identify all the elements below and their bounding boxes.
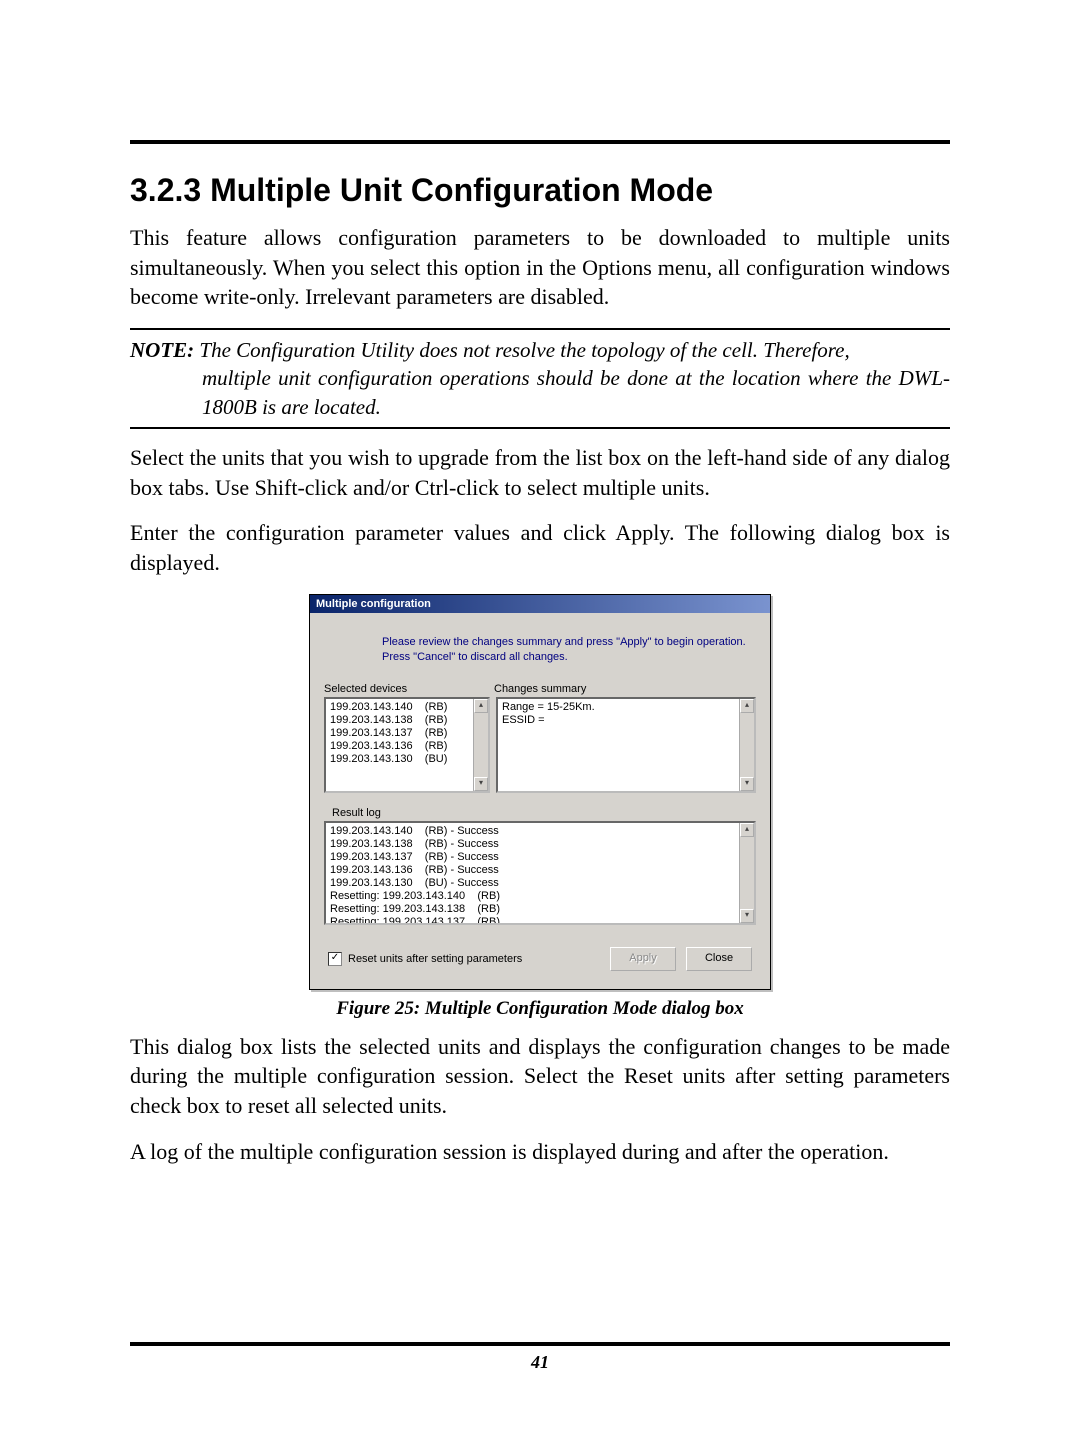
scroll-down-icon[interactable]: ▾ bbox=[474, 777, 488, 791]
changes-summary-label: Changes summary bbox=[494, 683, 586, 695]
result-log-content: 199.203.143.140 (RB) - Success 199.203.1… bbox=[330, 825, 738, 921]
selected-devices-listbox[interactable]: 199.203.143.140 (RB) 199.203.143.138 (RB… bbox=[324, 697, 490, 793]
selected-devices-content: 199.203.143.140 (RB) 199.203.143.138 (RB… bbox=[330, 701, 472, 789]
dialog-figure: Multiple configuration Please review the… bbox=[130, 594, 950, 990]
note-line-2: multiple unit configuration operations s… bbox=[202, 364, 950, 421]
page-footer: 41 bbox=[130, 1322, 950, 1373]
result-log-listbox[interactable]: 199.203.143.140 (RB) - Success 199.203.1… bbox=[324, 821, 756, 925]
reset-units-checkbox[interactable]: ✓ bbox=[328, 952, 342, 966]
close-button[interactable]: Close bbox=[686, 947, 752, 971]
reset-units-checkbox-label: Reset units after setting parameters bbox=[348, 953, 600, 965]
figure-caption: Figure 25: Multiple Configuration Mode d… bbox=[130, 998, 950, 1020]
result-log-label: Result log bbox=[332, 807, 756, 819]
note-label: NOTE: bbox=[130, 338, 194, 362]
paragraph-3: Enter the configuration parameter values… bbox=[130, 518, 950, 577]
paragraph-4: This dialog box lists the selected units… bbox=[130, 1032, 950, 1121]
paragraph-1: This feature allows configuration parame… bbox=[130, 223, 950, 312]
changes-summary-content: Range = 15-25Km. ESSID = bbox=[502, 701, 738, 789]
note-block: NOTE: The Configuration Utility does not… bbox=[130, 328, 950, 429]
apply-button[interactable]: Apply bbox=[610, 947, 676, 971]
dialog-titlebar: Multiple configuration bbox=[310, 595, 770, 613]
dialog-instruction: Please review the changes summary and pr… bbox=[382, 635, 756, 665]
paragraph-2: Select the units that you wish to upgrad… bbox=[130, 443, 950, 502]
footer-rule bbox=[130, 1342, 950, 1346]
top-rule bbox=[130, 140, 950, 144]
scroll-up-icon[interactable]: ▴ bbox=[474, 699, 488, 713]
scroll-down-icon[interactable]: ▾ bbox=[740, 777, 754, 791]
selected-devices-scrollbar[interactable]: ▴ ▾ bbox=[473, 699, 488, 791]
page-number: 41 bbox=[130, 1352, 950, 1373]
result-log-scrollbar[interactable]: ▴ ▾ bbox=[739, 823, 754, 923]
multiple-config-dialog: Multiple configuration Please review the… bbox=[309, 594, 771, 990]
changes-summary-scrollbar[interactable]: ▴ ▾ bbox=[739, 699, 754, 791]
note-line-1: The Configuration Utility does not resol… bbox=[199, 338, 849, 362]
section-title: 3.2.3 Multiple Unit Configuration Mode bbox=[130, 172, 950, 209]
selected-devices-label: Selected devices bbox=[324, 683, 494, 695]
scroll-up-icon[interactable]: ▴ bbox=[740, 823, 754, 837]
scroll-up-icon[interactable]: ▴ bbox=[740, 699, 754, 713]
scroll-down-icon[interactable]: ▾ bbox=[740, 909, 754, 923]
paragraph-5: A log of the multiple configuration sess… bbox=[130, 1137, 950, 1167]
changes-summary-listbox[interactable]: Range = 15-25Km. ESSID = ▴ ▾ bbox=[496, 697, 756, 793]
